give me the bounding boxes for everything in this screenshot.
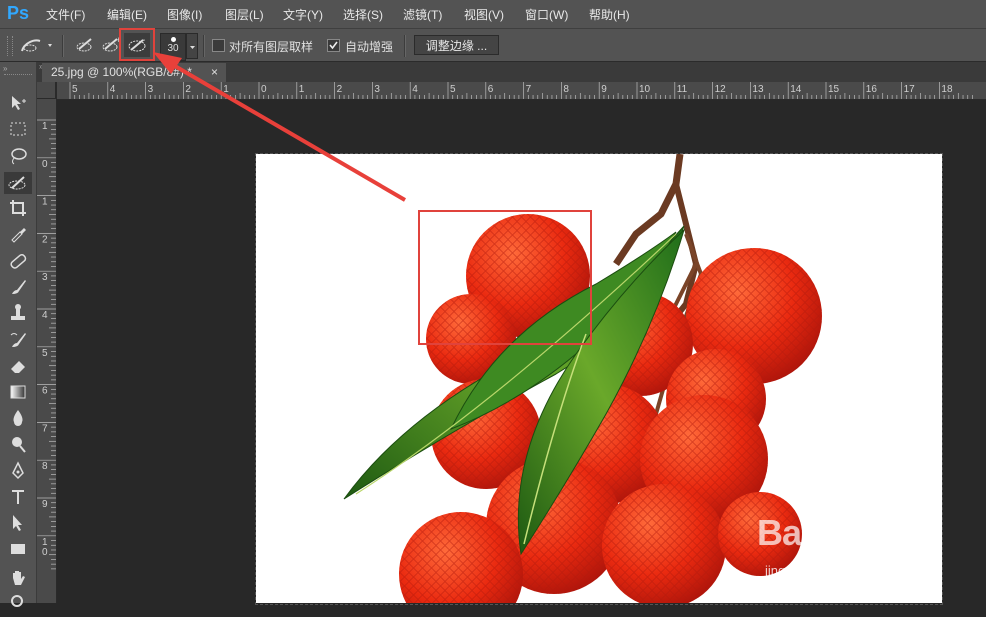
ruler-h-label: 5 — [72, 84, 78, 95]
auto-enhance-label: 自动增强 — [345, 40, 394, 54]
highlight-box-leaf-area — [418, 210, 592, 345]
document-tab[interactable]: 25.jpg @ 100%(RGB/8#) * × — [42, 63, 226, 82]
ruler-h-label: 1 — [223, 84, 229, 95]
toolbox-panel: » — [0, 62, 37, 607]
ruler-h-label: 6 — [488, 84, 494, 95]
refine-edge-button[interactable]: 调整边缘 ... — [414, 35, 499, 55]
collapse-toolbox-icon[interactable]: » — [3, 64, 7, 73]
ruler-origin[interactable] — [37, 82, 56, 99]
ruler-v-label: 0 — [42, 159, 48, 170]
hand-tool-icon[interactable] — [8, 568, 28, 588]
ruler-h-label: 15 — [828, 84, 840, 95]
ruler-h-label: 18 — [941, 84, 953, 95]
menu-view[interactable]: 视图(V) — [464, 6, 504, 23]
menu-window[interactable]: 窗口(W) — [525, 6, 568, 23]
gradient-tool-icon[interactable] — [8, 382, 28, 402]
menu-help[interactable]: 帮助(H) — [589, 6, 630, 23]
photoshop-logo: Ps — [7, 3, 30, 23]
ruler-v-label: 4 — [42, 310, 48, 321]
document-tab-title: 25.jpg @ 100%(RGB/8#) * — [51, 65, 192, 79]
ruler-v-label: 1 — [42, 121, 48, 132]
ruler-h-label: 9 — [601, 84, 607, 95]
toolbox-grip[interactable] — [4, 74, 32, 76]
menu-edit[interactable]: 编辑(E) — [107, 6, 147, 23]
menu-bar: Ps 文件(F) 编辑(E) 图像(I) 图层(L) 文字(Y) 选择(S) 滤… — [0, 0, 986, 28]
brush-dot-icon — [170, 37, 176, 42]
rectangle-tool-icon[interactable] — [8, 539, 28, 559]
ruler-v-label: 2 — [42, 234, 48, 245]
ruler-h-label: 3 — [148, 84, 154, 95]
brush-size-picker[interactable]: 30 — [160, 33, 186, 61]
ruler-h-label: 13 — [752, 84, 764, 95]
move-tool-icon[interactable] — [8, 93, 28, 113]
ruler-v-label: 6 — [42, 386, 48, 397]
eyedropper-tool-icon[interactable] — [8, 224, 28, 244]
menu-file[interactable]: 文件(F) — [46, 6, 85, 23]
brush-dropdown-button[interactable] — [186, 33, 198, 59]
new-selection-icon[interactable] — [73, 33, 99, 57]
vertical-ruler[interactable]: 1012345678910 — [37, 82, 57, 603]
ruler-v-label: 9 — [42, 499, 48, 510]
ruler-h-label: 1 — [299, 84, 305, 95]
menu-filter[interactable]: 滤镜(T) — [403, 6, 442, 23]
ruler-h-label: 5 — [450, 84, 456, 95]
quick-selection-tool-icon[interactable] — [4, 172, 32, 194]
brush-size-value: 30 — [167, 43, 179, 54]
quick-selection-tool-preset-icon[interactable] — [18, 33, 52, 57]
ruler-h-label: 2 — [337, 84, 343, 95]
ruler-v-label: 7 — [42, 423, 48, 434]
auto-enhance-checkbox[interactable] — [327, 39, 340, 52]
ruler-h-label: 0 — [261, 84, 267, 95]
ruler-h-label: 8 — [563, 84, 569, 95]
ruler-h-label: 12 — [715, 84, 727, 95]
ruler-v-label: 3 — [42, 272, 48, 283]
separator — [404, 35, 406, 57]
type-tool-icon[interactable] — [8, 487, 28, 507]
ruler-h-label: 2 — [185, 84, 191, 95]
sample-all-layers-label: 对所有图层取样 — [229, 40, 314, 54]
ruler-h-label: 4 — [412, 84, 418, 95]
ruler-v-label: 8 — [42, 461, 48, 472]
sample-all-layers-checkbox[interactable] — [212, 39, 225, 52]
ruler-h-label: 14 — [790, 84, 802, 95]
ruler-v-label: 5 — [42, 348, 48, 359]
menu-layer[interactable]: 图层(L) — [225, 6, 264, 23]
baidu-watermark-url: jingyan.baidu.com — [765, 563, 870, 578]
history-brush-tool-icon[interactable] — [8, 330, 28, 350]
marquee-tool-icon[interactable] — [8, 119, 28, 139]
close-tab-icon[interactable]: × — [211, 63, 218, 82]
ruler-h-label: 3 — [374, 84, 380, 95]
grip-handle[interactable] — [7, 36, 13, 56]
menu-select[interactable]: 选择(S) — [343, 6, 383, 23]
clone-stamp-tool-icon[interactable] — [8, 303, 28, 323]
ruler-h-label: 7 — [526, 84, 532, 95]
crop-tool-icon[interactable] — [8, 198, 28, 218]
pen-tool-icon[interactable] — [8, 461, 28, 481]
ruler-h-label: 16 — [866, 84, 878, 95]
menu-image[interactable]: 图像(I) — [167, 6, 202, 23]
menu-type[interactable]: 文字(Y) — [283, 6, 323, 23]
ruler-h-label: 10 — [639, 84, 651, 95]
highlight-box-subtract-tool — [119, 28, 155, 61]
blur-tool-icon[interactable] — [8, 408, 28, 428]
brush-tool-icon[interactable] — [8, 277, 28, 297]
path-selection-tool-icon[interactable] — [8, 513, 28, 533]
zoom-tool-icon[interactable] — [8, 592, 28, 612]
horizontal-ruler[interactable]: 5 4 3 2 1 0 1 2 3 4 5 6 7 8 9 10 11 12 13 14 15 16 17 18 — [37, 82, 986, 100]
separator — [62, 35, 64, 57]
ruler-v-label: 0 — [42, 547, 48, 558]
eraser-tool-icon[interactable] — [8, 356, 28, 376]
baidu-watermark: Baidu经验 — [757, 512, 923, 553]
ruler-h-label: 4 — [110, 84, 116, 95]
dodge-tool-icon[interactable] — [8, 434, 28, 454]
lasso-tool-icon[interactable] — [8, 146, 28, 166]
ruler-v-label: 1 — [42, 197, 48, 208]
ruler-h-label: 11 — [677, 84, 688, 95]
healing-brush-tool-icon[interactable] — [8, 251, 28, 271]
ruler-h-label: 17 — [904, 84, 916, 95]
separator — [203, 35, 205, 57]
